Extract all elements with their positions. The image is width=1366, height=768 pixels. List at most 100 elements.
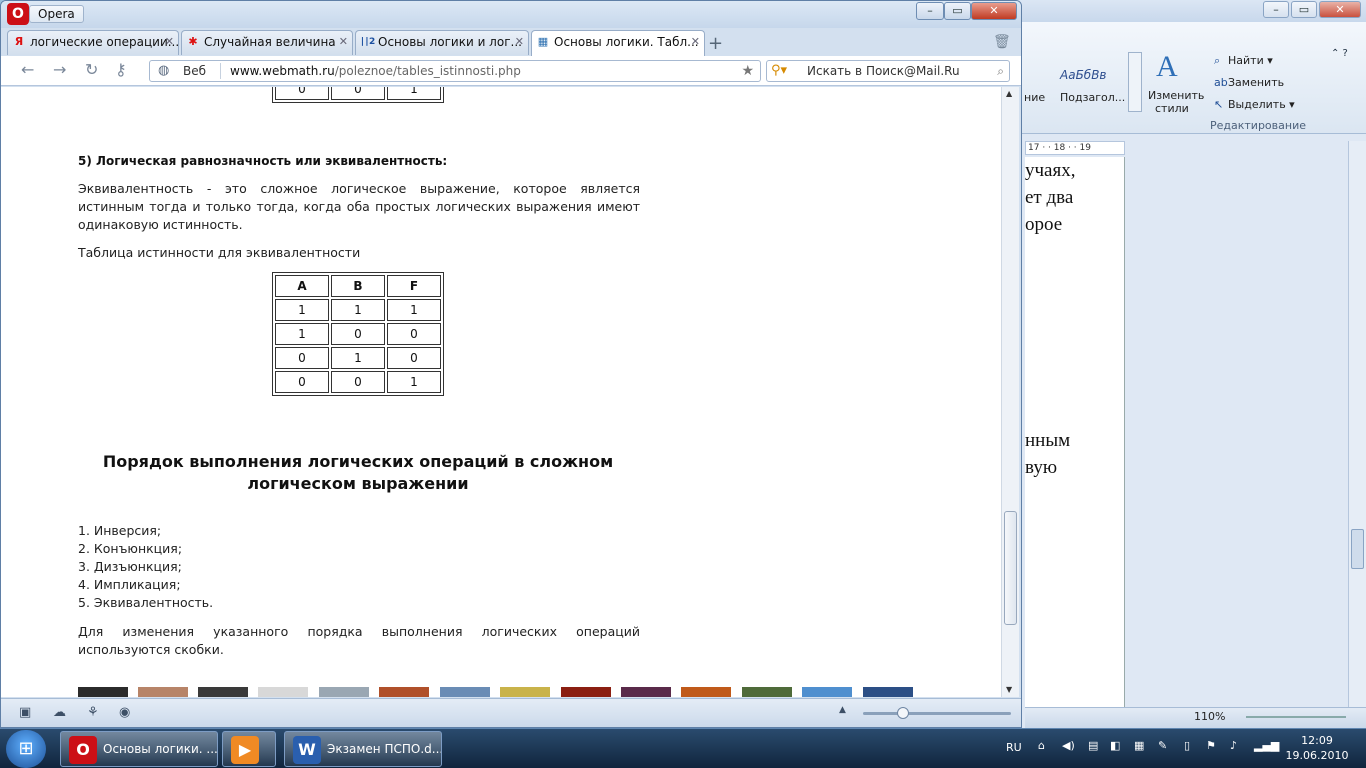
avatar[interactable] (863, 687, 913, 697)
zoom-slider[interactable] (863, 707, 1011, 719)
scroll-up-icon[interactable]: ▲ (1006, 89, 1012, 98)
network-icon[interactable]: ▦ (1134, 739, 1144, 752)
avatar[interactable] (681, 687, 731, 697)
tab-truth-tables[interactable]: ▦ Основы логики. Табл... ✕ (531, 30, 705, 56)
find-button[interactable]: ⌕ Найти ▾ (1214, 54, 1273, 68)
clock[interactable]: 12:09 19.06.2010 (1284, 733, 1350, 763)
ribbon-collapse-icon[interactable]: ⌃ ? (1331, 48, 1348, 59)
search-icon[interactable]: ⌕ (997, 61, 1004, 81)
avatar[interactable] (78, 687, 128, 697)
word-minimize-button[interactable]: – (1263, 1, 1289, 18)
table-row: 1 1 1 (275, 299, 441, 321)
forward-icon[interactable]: → (53, 60, 66, 79)
avatar[interactable] (138, 687, 188, 697)
note-paragraph: Для изменения указанного порядка выполне… (78, 624, 640, 657)
close-icon[interactable]: ✕ (691, 31, 700, 53)
horizontal-ruler[interactable]: 17 · · 18 · · 19 (1025, 141, 1125, 155)
tab-yandex[interactable]: Я логические операции... ✕ (7, 30, 179, 55)
taskbar-item-word[interactable]: W Экзамен ПСПО.d... (284, 731, 442, 767)
word-maximize-button[interactable]: ▭ (1291, 1, 1317, 18)
tray-app-icon[interactable]: ◧ (1110, 739, 1120, 752)
table-cell: 1 (387, 371, 441, 393)
turbo-icon[interactable]: ◉ (119, 705, 130, 720)
clock-time: 12:09 (1301, 734, 1333, 747)
doc-text-line: нным (1025, 430, 1071, 451)
tray-app-icon[interactable]: ✎ (1158, 739, 1167, 752)
avatar[interactable] (198, 687, 248, 697)
tray-app-icon[interactable]: ▤ (1088, 739, 1098, 752)
word-zoom-slider[interactable] (1246, 716, 1346, 718)
opera-logo-icon[interactable]: O (7, 3, 29, 25)
select-button[interactable]: ↖ Выделить ▾ (1214, 98, 1295, 111)
device-icon[interactable]: ▯ (1184, 739, 1190, 752)
search-field[interactable]: ⚲▾ Искать в Поиск@Mail.Ru ⌕ (766, 60, 1010, 82)
change-styles-label-1[interactable]: Изменить (1148, 89, 1204, 102)
avatar[interactable] (258, 687, 308, 697)
search-engine-icon[interactable]: ⚲▾ (771, 61, 787, 81)
tab-logic-basics[interactable]: ∣∣2 Основы логики и лог... ✕ (355, 30, 529, 55)
address-bar[interactable]: ◍ Веб www.webmath.ru/poleznoe/tables_ist… (149, 60, 761, 82)
list-item: 4. Импликация; (78, 577, 181, 592)
cloud-icon[interactable]: ☁ (53, 705, 66, 720)
reload-icon[interactable]: ↻ (85, 60, 98, 79)
avatar[interactable] (500, 687, 550, 697)
style-label[interactable]: ние (1024, 91, 1045, 104)
subtitle-style-preview[interactable]: АаБбВв (1060, 68, 1107, 82)
opera-minimize-button[interactable]: – (916, 2, 944, 20)
opera-close-button[interactable]: ✕ (971, 2, 1017, 20)
page-vertical-scrollbar[interactable]: ▲ ▼ (1001, 87, 1019, 697)
view-icon[interactable]: ▲ (839, 705, 846, 715)
avatar[interactable] (319, 687, 369, 697)
word-titlebar: – ▭ ✕ (1001, 0, 1366, 22)
change-styles-icon[interactable]: A (1156, 50, 1178, 84)
tab-random-variable[interactable]: ✱ Случайная величина ✕ (181, 30, 353, 55)
table-cell: 0 (387, 347, 441, 369)
address-url[interactable]: www.webmath.ru/poleznoe/tables_istinnost… (230, 61, 521, 81)
avatar[interactable] (379, 687, 429, 697)
back-icon[interactable]: ← (21, 60, 34, 79)
panel-toggle-icon[interactable]: ▣ (19, 705, 31, 720)
opera-titlebar: O Opera – ▭ ✕ (1, 1, 1021, 28)
word-vertical-scrollbar[interactable] (1348, 141, 1366, 707)
tray-app-icon[interactable]: ⌂ (1038, 739, 1045, 752)
avatar[interactable] (561, 687, 611, 697)
scroll-down-icon[interactable]: ▼ (1006, 685, 1012, 694)
close-icon[interactable]: ✕ (515, 31, 524, 53)
table-caption: Таблица истинности для эквивалентности (78, 245, 361, 260)
flag-icon[interactable]: ⚑ (1206, 739, 1216, 752)
bookmark-star-icon[interactable]: ★ (741, 61, 754, 81)
table-cell: 1 (387, 87, 441, 100)
close-icon[interactable]: ✕ (165, 31, 174, 53)
avatar[interactable] (440, 687, 490, 697)
taskbar-item-media[interactable]: ▶ (222, 731, 276, 767)
avatar[interactable] (802, 687, 852, 697)
trash-icon[interactable]: 🗑 (993, 34, 1011, 50)
subtitle-style-label[interactable]: Подзагол... (1060, 91, 1125, 104)
word-close-button[interactable]: ✕ (1319, 1, 1361, 18)
zoom-slider-knob[interactable] (897, 707, 909, 719)
new-tab-icon[interactable]: + (708, 33, 723, 54)
word-zoom-level[interactable]: 110% (1194, 710, 1225, 723)
doc-text-line: вую (1025, 457, 1058, 478)
close-icon[interactable]: ✕ (339, 31, 348, 53)
unite-icon[interactable]: ⚘ (87, 705, 99, 720)
opera-menu-button[interactable]: Opera (29, 5, 84, 23)
start-button[interactable]: ⊞ (6, 730, 46, 768)
replace-button[interactable]: abЗаменить (1214, 76, 1284, 89)
wand-key-icon[interactable]: ⚷ (115, 60, 127, 79)
language-indicator[interactable]: RU (1006, 741, 1022, 754)
signal-icon[interactable]: ▂▄▆ (1254, 739, 1279, 752)
avatar[interactable] (621, 687, 671, 697)
styles-gallery-scroll[interactable] (1128, 52, 1142, 112)
avatar[interactable] (742, 687, 792, 697)
doc-text-line: ет два (1025, 187, 1074, 208)
binoculars-icon: ⌕ (1214, 54, 1221, 67)
taskbar-item-opera[interactable]: O Основы логики. ... (60, 731, 218, 767)
order-heading: Порядок выполнения логических операций в… (102, 452, 614, 493)
word-scroll-thumb[interactable] (1351, 529, 1364, 569)
speaker-icon[interactable]: ♪ (1230, 739, 1237, 752)
opera-maximize-button[interactable]: ▭ (944, 2, 971, 20)
page-scroll-thumb[interactable] (1004, 511, 1017, 625)
change-styles-label-2[interactable]: стили (1155, 102, 1189, 115)
volume-icon[interactable]: ◀) (1062, 739, 1075, 752)
